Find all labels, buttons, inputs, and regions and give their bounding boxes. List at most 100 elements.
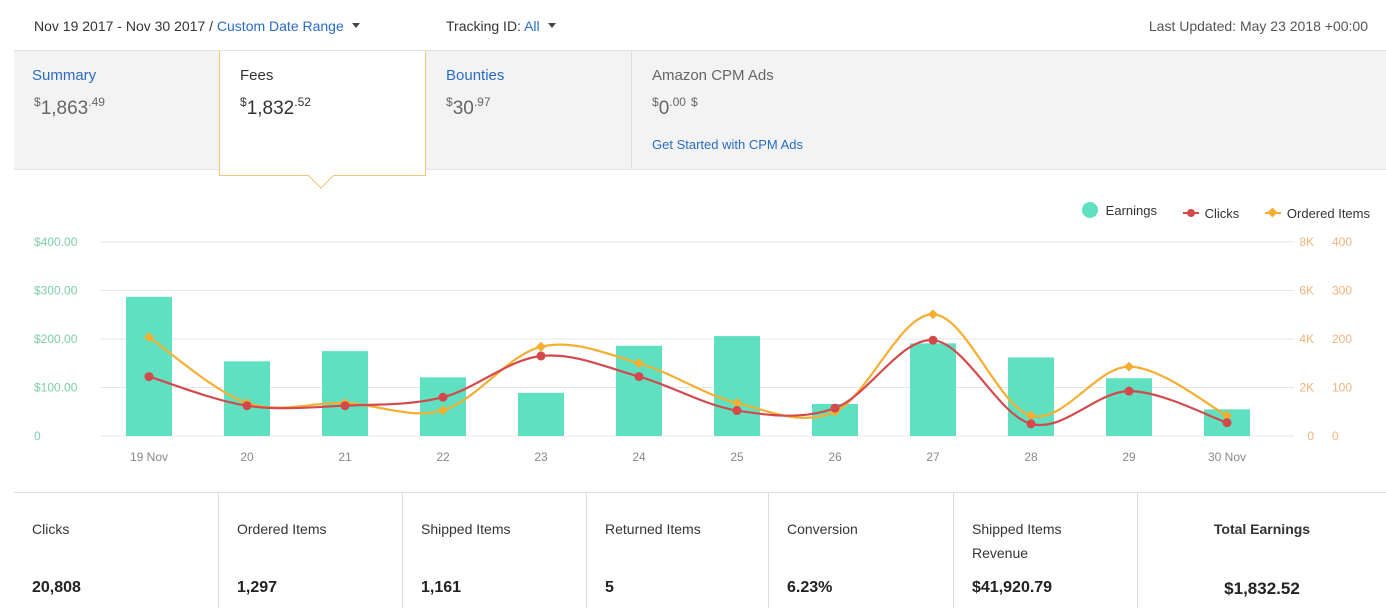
ordered-items-point	[1124, 361, 1134, 372]
stat-label: Clicks	[32, 521, 70, 537]
stat-value: 6.23%	[787, 579, 833, 596]
cpm-amount-whole: 0	[658, 98, 670, 119]
tab-fees-label: Fees	[240, 67, 274, 84]
x-tick-label: 27	[926, 450, 940, 464]
clicks-point	[928, 335, 938, 345]
y-left-tick-label: $200.00	[34, 332, 78, 346]
y-right-ordered-tick-label: 200	[1332, 332, 1352, 346]
y-right-clicks-tick-label: 2K	[1299, 381, 1314, 395]
currency-symbol: $	[652, 95, 659, 109]
x-tick-label: 22	[436, 450, 450, 464]
clicks-point	[438, 392, 448, 402]
x-tick-label: 30 Nov	[1208, 450, 1246, 464]
bounties-amount-cents: .97	[473, 95, 491, 109]
clicks-point	[1124, 386, 1134, 396]
stat-label: Shipped Items	[421, 521, 511, 537]
tab-summary[interactable]: Summary $1,863.49	[14, 51, 219, 169]
y-right-clicks-tick-label: 0	[1307, 429, 1314, 443]
stat-clicks: Clicks 20,808	[14, 493, 219, 608]
y-right-clicks-tick-label: 8K	[1299, 235, 1314, 249]
ordered-items-point	[536, 341, 546, 352]
last-updated-text: Last Updated: May 23 2018 +00:00	[1148, 18, 1368, 34]
clicks-point	[732, 406, 742, 416]
date-range-selector: Nov 19 2017 - Nov 30 2017 / Custom Date …	[34, 18, 360, 34]
x-tick-label: 23	[534, 450, 548, 464]
y-left-tick-label: $400.00	[34, 235, 78, 249]
summary-amount-whole: 1,863	[40, 98, 89, 119]
y-left-tick-label: 0	[34, 429, 41, 443]
date-range-dropdown-icon[interactable]	[351, 22, 360, 28]
tab-cpm-ads: Amazon CPM Ads $0.00 $ Get Started with …	[631, 51, 1386, 169]
stat-label: Total Earnings	[1213, 521, 1311, 537]
chart-plot: $400.00 $300.00 $200.00 $100.00 0 8K 6K 4K 2K 0 40…	[34, 235, 1352, 464]
tracking-id-selector: Tracking ID: All	[446, 18, 556, 34]
x-tick-label: 25	[730, 450, 744, 464]
tracking-id-dropdown-icon[interactable]	[547, 22, 556, 28]
y-right-ordered-tick-label: 0	[1332, 429, 1339, 443]
fees-amount-cents: .52	[294, 95, 311, 109]
stat-value: 1,161	[421, 579, 462, 596]
stats-table: Clicks 20,808 Ordered Items 1,297 Shippe…	[14, 492, 1386, 608]
tab-bounties[interactable]: Bounties $30.97	[426, 51, 631, 169]
fees-amount: $1,832.52	[240, 95, 311, 120]
earnings-bar	[714, 336, 760, 436]
y-left-tick-label: $100.00	[34, 381, 78, 395]
clicks-point	[536, 351, 546, 361]
x-tick-label: 24	[632, 450, 646, 464]
active-tab-pointer	[308, 163, 334, 189]
ordered-items-point	[928, 309, 938, 320]
y-right-ordered-tick-label: 400	[1332, 235, 1352, 249]
y-left-tick-label: $300.00	[34, 284, 78, 298]
tab-bounties-label[interactable]: Bounties	[446, 67, 504, 84]
stat-label: Ordered Items	[237, 521, 327, 537]
currency-symbol: $	[446, 95, 453, 109]
report-header: Nov 19 2017 - Nov 30 2017 / Custom Date …	[14, 0, 1386, 50]
y-right-ordered-tick-label: 100	[1332, 381, 1352, 395]
clicks-point	[634, 372, 644, 382]
tab-cpm-ads-label: Amazon CPM Ads	[652, 67, 774, 84]
currency-symbol: $	[34, 95, 41, 109]
legend-ordered-items-label: Ordered Items	[1286, 205, 1370, 221]
x-tick-label: 20	[240, 450, 254, 464]
earnings-legend-icon	[1081, 202, 1098, 218]
stat-label: Shipped Items Revenue	[972, 521, 1062, 561]
bounties-amount-whole: 30	[452, 98, 474, 119]
earnings-report: Nov 19 2017 - Nov 30 2017 / Custom Date …	[14, 0, 1386, 608]
x-tick-label: 28	[1024, 450, 1038, 464]
clicks-point	[340, 401, 350, 411]
ordered-items-line	[148, 313, 1228, 419]
legend-clicks[interactable]: Clicks	[1182, 206, 1239, 221]
clicks-legend-icon	[1182, 208, 1199, 218]
legend-earnings[interactable]: Earnings	[1081, 202, 1157, 218]
cpm-amount-suffix: $	[690, 95, 698, 109]
y-right-clicks-tick-label: 4K	[1299, 332, 1314, 346]
chart-legend: Earnings Clicks Ordered Items	[1060, 202, 1370, 221]
summary-tabs: Summary $1,863.49 Fees $1,832.52 Bountie…	[14, 50, 1386, 189]
tab-summary-label[interactable]: Summary	[32, 67, 96, 84]
tracking-id-label: Tracking ID:	[446, 18, 521, 34]
stat-shipped-items-revenue: Shipped Items Revenue $41,920.79	[954, 493, 1138, 608]
clicks-point	[144, 372, 154, 382]
x-tick-label: 29	[1122, 450, 1136, 464]
y-right-clicks-tick-label: 6K	[1299, 284, 1314, 298]
ordered-items-legend-icon	[1264, 208, 1281, 218]
stat-conversion: Conversion 6.23%	[769, 493, 954, 608]
legend-ordered-items[interactable]: Ordered Items	[1264, 205, 1370, 221]
fees-amount-whole: 1,832	[246, 98, 295, 119]
earnings-bar	[322, 351, 368, 436]
tracking-id-value-link[interactable]: All	[524, 18, 540, 34]
stat-total-earnings: Total Earnings $1,832.52	[1138, 493, 1386, 608]
tab-fees[interactable]: Fees $1,832.52	[219, 51, 426, 189]
custom-date-range-link[interactable]: Custom Date Range	[217, 18, 344, 34]
stat-ordered-items: Ordered Items 1,297	[219, 493, 403, 608]
summary-amount-cents: .49	[88, 95, 105, 109]
x-tick-label: 26	[828, 450, 842, 464]
bounties-amount: $30.97	[446, 95, 491, 120]
currency-symbol: $	[240, 95, 247, 109]
cpm-amount-cents: .00	[669, 95, 686, 109]
get-started-cpm-link[interactable]: Get Started with CPM Ads	[652, 137, 803, 152]
clicks-point	[1222, 418, 1232, 428]
x-tick-label: 19 Nov	[130, 450, 168, 464]
stat-value: 1,297	[237, 579, 278, 596]
x-tick-label: 21	[338, 450, 352, 464]
